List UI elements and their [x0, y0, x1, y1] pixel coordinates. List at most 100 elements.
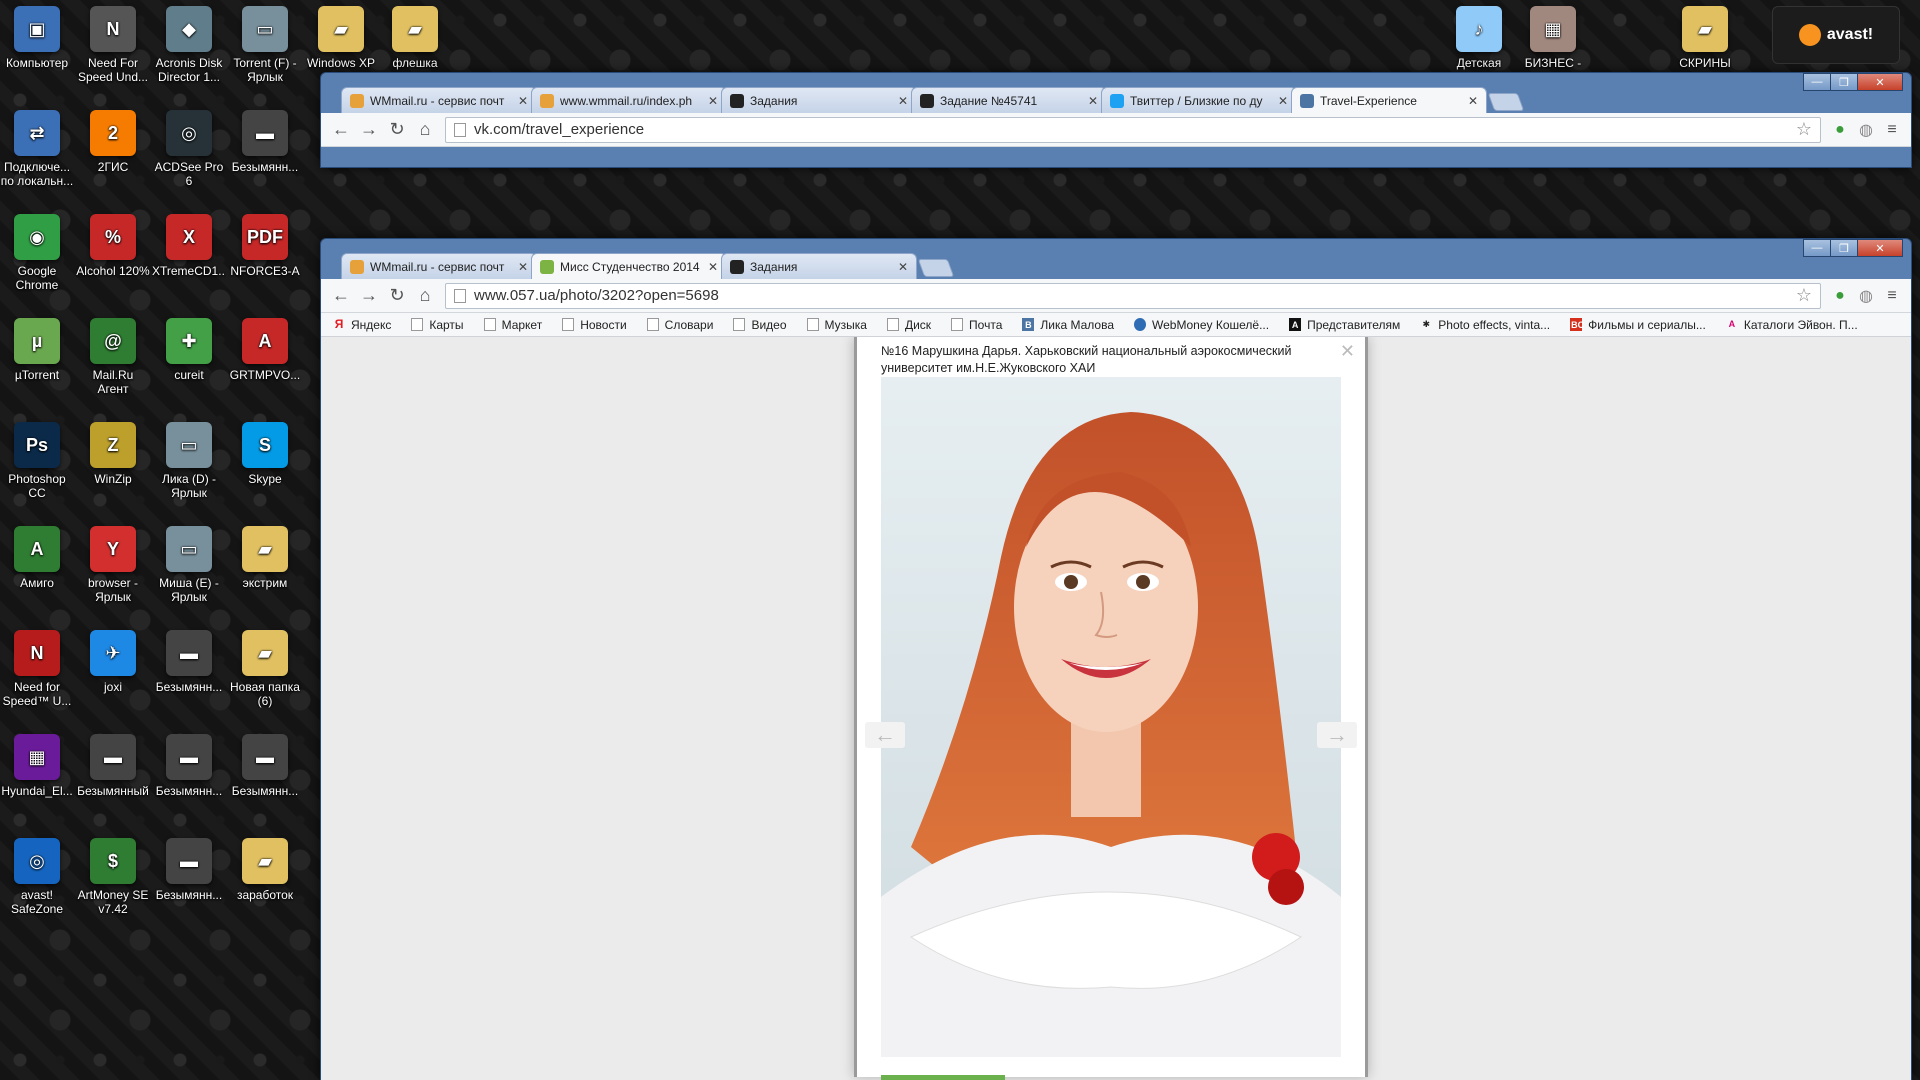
globe-icon[interactable]: ◍ — [1853, 120, 1879, 140]
browser-tab[interactable]: www.wmmail.ru/index.ph ✕ — [531, 87, 727, 113]
desktop-icon[interactable]: ▰ Новая папка (6) — [228, 630, 302, 708]
desktop-icon[interactable]: ◆ Acronis Disk Director 1... — [152, 6, 226, 84]
bookmark-item[interactable]: ✱ Photo effects, vinta... — [1420, 318, 1551, 332]
reload-icon[interactable]: ↻ — [383, 119, 411, 140]
desktop-icon[interactable]: ▬ Безымянн... — [228, 110, 302, 174]
desktop-icon[interactable]: ▬ Безымянн... — [152, 838, 226, 902]
desktop-icon[interactable]: ▬ Безымянный — [76, 734, 150, 798]
bookmark-item[interactable]: Новости — [562, 318, 627, 332]
desktop-icon[interactable]: $ ArtMoney SE v7.42 — [76, 838, 150, 916]
back-arrow-icon[interactable]: ← — [327, 285, 355, 306]
desktop-icon[interactable]: ▦ БИЗНЕС - — [1516, 6, 1590, 70]
bookmark-item[interactable]: B Лика Малова — [1022, 318, 1114, 332]
forward-arrow-icon[interactable]: → — [355, 285, 383, 306]
close-tab-icon[interactable]: ✕ — [708, 260, 718, 274]
desktop-icon[interactable]: ♪ Детская — [1442, 6, 1516, 70]
browser-tab[interactable]: Мисс Студенчество 2014 ✕ — [531, 253, 727, 279]
close-tab-icon[interactable]: ✕ — [1088, 94, 1098, 108]
desktop-icon[interactable]: ▬ Безымянн... — [228, 734, 302, 798]
address-bar[interactable]: vk.com/travel_experience ☆ — [445, 116, 1821, 143]
desktop-icon[interactable]: 2 2ГИС — [76, 110, 150, 174]
bookmark-star-icon[interactable]: ☆ — [1796, 119, 1812, 140]
bookmark-item[interactable]: Видео — [733, 318, 787, 332]
desktop-icon[interactable]: S Skype — [228, 422, 302, 486]
desktop-icon[interactable]: ▭ Миша (E) - Ярлык — [152, 526, 226, 604]
menu-icon[interactable]: ≡ — [1879, 121, 1905, 139]
extension-icon[interactable]: ● — [1827, 287, 1853, 305]
desktop-icon[interactable]: ✈ joxi — [76, 630, 150, 694]
forward-arrow-icon[interactable]: → — [355, 119, 383, 140]
browser-window-front[interactable]: — ❐ ✕ WMmail.ru - сервис почт ✕ Мисс Студе… — [320, 238, 1912, 1080]
close-tab-icon[interactable]: ✕ — [1468, 94, 1478, 108]
desktop-icon[interactable]: ◎ ACDSee Pro 6 — [152, 110, 226, 188]
desktop-icon[interactable]: PDF NFORCE3-A — [228, 214, 302, 278]
close-window-button[interactable]: ✕ — [1857, 73, 1903, 91]
next-photo-arrow-icon[interactable]: → — [1317, 722, 1357, 748]
desktop-icon[interactable]: @ Mail.Ru Агент — [76, 318, 150, 396]
browser-tab[interactable]: Твиттер / Близкие по ду ✕ — [1101, 87, 1297, 113]
close-tab-icon[interactable]: ✕ — [1278, 94, 1288, 108]
desktop-icon[interactable]: ▰ СКРИНЫ — [1668, 6, 1742, 70]
browser-tab[interactable]: Задание №45741 ✕ — [911, 87, 1107, 113]
globe-icon[interactable]: ◍ — [1853, 286, 1879, 306]
new-tab-button[interactable] — [1487, 93, 1525, 111]
bookmark-item[interactable]: A Каталоги Эйвон. П... — [1726, 318, 1858, 332]
desktop-icon[interactable]: ▬ Безымянн... — [152, 734, 226, 798]
desktop-icon[interactable]: µ µTorrent — [0, 318, 74, 382]
desktop-icon[interactable]: ✚ cureit — [152, 318, 226, 382]
bookmark-item[interactable]: Музыка — [806, 318, 867, 332]
desktop-icon[interactable]: ◉ Google Chrome — [0, 214, 74, 292]
browser-tab[interactable]: Задания ✕ — [721, 87, 917, 113]
desktop-icon[interactable]: ▭ Torrent (F) - Ярлык — [228, 6, 302, 84]
bookmark-item[interactable]: WebMoney Кошелё... — [1134, 318, 1269, 332]
reload-icon[interactable]: ↻ — [383, 285, 411, 306]
extension-icon[interactable]: ● — [1827, 121, 1853, 139]
maximize-button[interactable]: ❐ — [1830, 239, 1858, 257]
bookmark-item[interactable]: Я Яндекс — [333, 318, 392, 332]
desktop-icon[interactable]: A Амиго — [0, 526, 74, 590]
desktop-icon[interactable]: N Need For Speed Und... — [76, 6, 150, 84]
desktop-icon[interactable]: ◎ avast! SafeZone — [0, 838, 74, 916]
address-bar[interactable]: www.057.ua/photo/3202?open=5698 ☆ — [445, 282, 1821, 309]
close-window-button[interactable]: ✕ — [1857, 239, 1903, 257]
back-arrow-icon[interactable]: ← — [327, 119, 355, 140]
bookmark-item[interactable]: Маркет — [483, 318, 542, 332]
bookmark-item[interactable]: Диск — [886, 318, 931, 332]
close-tab-icon[interactable]: ✕ — [898, 94, 908, 108]
desktop-icon[interactable]: % Alcohol 120% — [76, 214, 150, 278]
browser-window-back[interactable]: — ❐ ✕ WMmail.ru - сервис почт ✕ www.wmmail… — [320, 72, 1912, 168]
avast-widget[interactable]: avast! — [1772, 6, 1900, 64]
previous-photo-arrow-icon[interactable]: ← — [865, 722, 905, 748]
desktop-icon[interactable]: N Need for Speed™ U... — [0, 630, 74, 708]
home-icon[interactable]: ⌂ — [411, 119, 439, 140]
desktop-icon[interactable]: ▰ заработок — [228, 838, 302, 902]
minimize-button[interactable]: — — [1803, 239, 1831, 257]
close-tab-icon[interactable]: ✕ — [518, 260, 528, 274]
bookmark-item[interactable]: A Представителям — [1289, 318, 1400, 332]
desktop-icon[interactable]: ▰ флешка — [378, 6, 452, 70]
browser-tab[interactable]: Travel-Experience ✕ — [1291, 87, 1487, 113]
maximize-button[interactable]: ❐ — [1830, 73, 1858, 91]
bookmark-item[interactable]: Словари — [646, 318, 713, 332]
minimize-button[interactable]: — — [1803, 73, 1831, 91]
menu-icon[interactable]: ≡ — [1879, 287, 1905, 305]
close-tab-icon[interactable]: ✕ — [708, 94, 718, 108]
desktop-icon[interactable]: ⇄ Подключе... по локальн... — [0, 110, 74, 188]
bookmark-item[interactable]: Почта — [951, 318, 1002, 332]
desktop-icon[interactable]: A GRTMPVO... — [228, 318, 302, 382]
desktop-icon[interactable]: ▰ экстрим — [228, 526, 302, 590]
bookmark-star-icon[interactable]: ☆ — [1796, 285, 1812, 306]
desktop-icon[interactable]: ▬ Безымянн... — [152, 630, 226, 694]
desktop-icon[interactable]: ▣ Компьютер — [0, 6, 74, 70]
browser-tab[interactable]: WMmail.ru - сервис почт ✕ — [341, 253, 537, 279]
desktop-icon[interactable]: Ps Photoshop CC — [0, 422, 74, 500]
browser-tab[interactable]: Задания ✕ — [721, 253, 917, 279]
home-icon[interactable]: ⌂ — [411, 285, 439, 306]
close-tab-icon[interactable]: ✕ — [518, 94, 528, 108]
desktop-icon[interactable]: X XTremeCD1... — [152, 214, 226, 278]
bookmark-item[interactable]: BC Фильмы и сериалы... — [1570, 318, 1706, 332]
desktop-icon[interactable]: Ybrowser - Ярлык — [76, 526, 150, 604]
close-icon[interactable]: ✕ — [1340, 341, 1355, 362]
new-tab-button[interactable] — [917, 259, 955, 277]
desktop-icon[interactable]: Z WinZip — [76, 422, 150, 486]
